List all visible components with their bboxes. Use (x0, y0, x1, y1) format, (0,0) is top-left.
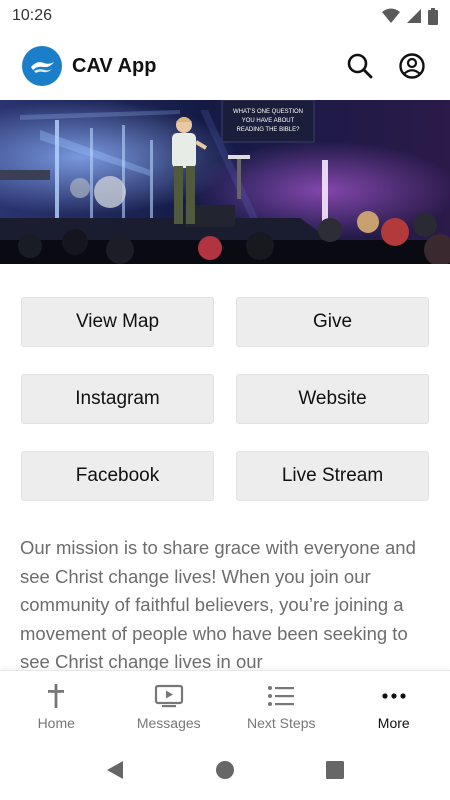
nav-home-label: Home (37, 715, 75, 731)
website-button[interactable]: Website (236, 374, 429, 424)
svg-text:READING THE BIBLE?: READING THE BIBLE? (237, 127, 301, 133)
search-button[interactable] (342, 48, 378, 84)
stage-illustration: WHAT'S ONE QUESTION YOU HAVE ABOUT READI… (0, 100, 450, 264)
nav-home[interactable]: Home (0, 671, 113, 740)
back-icon[interactable] (104, 759, 126, 781)
status-icons (382, 7, 438, 25)
bottom-nav: Home Messages Next Steps More (0, 670, 450, 740)
svg-text:YOU HAVE ABOUT: YOU HAVE ABOUT (242, 118, 295, 124)
account-circle-icon (399, 53, 425, 79)
tv-play-icon (154, 683, 184, 709)
nav-next-steps-label: Next Steps (247, 715, 316, 731)
status-bar: 10:26 (0, 0, 450, 32)
instagram-button[interactable]: Instagram (21, 374, 214, 424)
facebook-button[interactable]: Facebook (21, 451, 214, 501)
view-map-button[interactable]: View Map (21, 297, 214, 347)
live-stream-button[interactable]: Live Stream (236, 451, 429, 501)
wave-logo-icon (31, 62, 54, 73)
app-header: CAV App (0, 32, 450, 100)
home-circle-icon[interactable] (214, 759, 236, 781)
profile-button[interactable] (394, 48, 430, 84)
cross-icon (46, 683, 66, 709)
give-button[interactable]: Give (236, 297, 429, 347)
quick-links-grid: View Map Give Instagram Website Facebook… (21, 297, 429, 501)
hero-screen-text: WHAT'S ONE QUESTION (233, 109, 303, 115)
search-icon (347, 53, 373, 79)
app-logo (22, 46, 62, 86)
mission-text: Our mission is to share grace with every… (20, 537, 416, 670)
nav-next-steps[interactable]: Next Steps (225, 671, 338, 740)
wifi-icon (382, 8, 400, 23)
recents-square-icon[interactable] (324, 759, 346, 781)
nav-more[interactable]: More (338, 671, 450, 740)
nav-more-label: More (377, 715, 410, 731)
signal-icon (407, 9, 421, 23)
app-title: CAV App (72, 54, 157, 77)
hero-image: WHAT'S ONE QUESTION YOU HAVE ABOUT READI… (0, 100, 450, 264)
battery-icon (428, 7, 438, 25)
system-nav-bar (0, 740, 450, 800)
nav-messages[interactable]: Messages (113, 671, 226, 740)
nav-messages-label: Messages (136, 715, 201, 731)
list-icon (266, 683, 296, 709)
more-dots-icon (379, 683, 409, 709)
status-time: 10:26 (12, 7, 53, 24)
